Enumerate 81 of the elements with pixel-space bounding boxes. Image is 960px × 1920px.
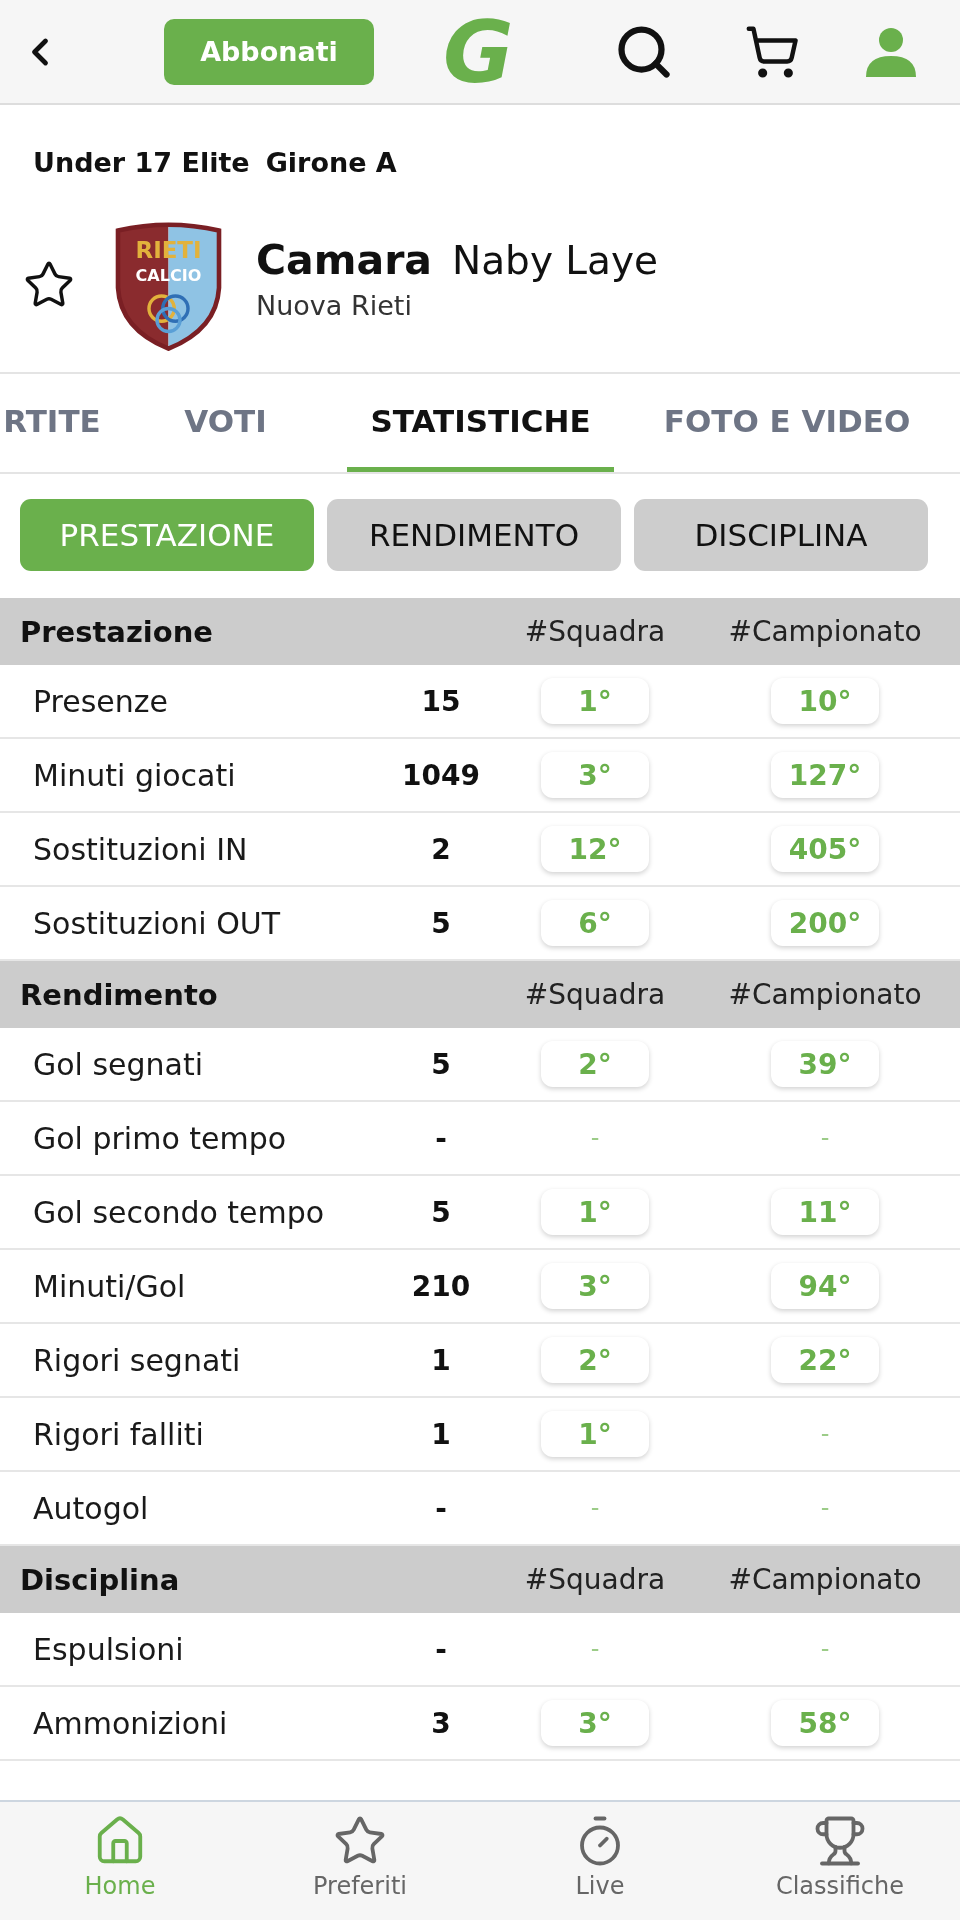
rank-badge: 22° bbox=[771, 1337, 879, 1383]
nav-item[interactable]: Preferiti bbox=[240, 1802, 480, 1920]
rank-empty: - bbox=[820, 1124, 830, 1152]
rank-badge: 3° bbox=[541, 752, 649, 798]
column-header: #Campionato bbox=[728, 978, 922, 1011]
tab[interactable]: RTITE bbox=[0, 374, 104, 472]
stat-label: Rigori falliti bbox=[33, 1416, 205, 1452]
rank-badge: 3° bbox=[541, 1263, 649, 1309]
subscribe-button[interactable]: Abbonati bbox=[164, 18, 374, 85]
rank-badge: 58° bbox=[771, 1700, 879, 1746]
filter-button[interactable]: RENDIMENTO bbox=[327, 499, 621, 571]
stat-label: Minuti/Gol bbox=[33, 1268, 187, 1304]
rings-icon bbox=[147, 294, 190, 334]
rank-badge: 3° bbox=[541, 1700, 649, 1746]
stat-label: Sostituzioni IN bbox=[33, 831, 249, 867]
stat-label: Espulsioni bbox=[33, 1631, 185, 1667]
player-first-name: Naby Laye bbox=[452, 237, 659, 283]
stat-label: Gol primo tempo bbox=[33, 1120, 288, 1156]
stat-value: 15 bbox=[421, 684, 461, 718]
rank-badge: 405° bbox=[771, 826, 879, 872]
rank-empty: - bbox=[820, 1494, 830, 1522]
stat-value: 5 bbox=[431, 1195, 451, 1229]
column-header: #Campionato bbox=[728, 1563, 922, 1596]
column-header: #Squadra bbox=[524, 978, 666, 1011]
rank-empty: - bbox=[820, 1635, 830, 1663]
rank-badge: 1° bbox=[541, 678, 649, 724]
stat-value: 1049 bbox=[402, 758, 480, 792]
section-title: Disciplina bbox=[20, 1562, 181, 1597]
rank-badge: 94° bbox=[771, 1263, 879, 1309]
section-title: Rendimento bbox=[20, 977, 219, 1012]
stat-value: 5 bbox=[431, 906, 451, 940]
stat-value: 1 bbox=[431, 1417, 451, 1451]
column-header: #Campionato bbox=[728, 615, 922, 648]
rank-badge: 200° bbox=[771, 900, 879, 946]
rank-empty: - bbox=[590, 1635, 600, 1663]
rank-badge: 2° bbox=[541, 1337, 649, 1383]
rank-badge: 1° bbox=[541, 1189, 649, 1235]
stat-label: Minuti giocati bbox=[33, 757, 237, 793]
stat-label: Ammonizioni bbox=[33, 1705, 229, 1741]
stat-label: Sostituzioni OUT bbox=[33, 905, 282, 941]
stat-label: Rigori segnati bbox=[33, 1342, 242, 1378]
stat-label: Gol segnati bbox=[33, 1046, 205, 1082]
nav-item[interactable]: Home bbox=[0, 1802, 240, 1920]
nav-item[interactable]: Classifiche bbox=[720, 1802, 960, 1920]
rank-empty: - bbox=[590, 1124, 600, 1152]
stat-value: - bbox=[435, 1632, 447, 1666]
filter-button[interactable]: DISCIPLINA bbox=[634, 499, 928, 571]
rank-badge: 10° bbox=[771, 678, 879, 724]
app-logo[interactable]: G bbox=[443, 8, 514, 95]
stat-value: 3 bbox=[431, 1706, 451, 1740]
column-header: #Squadra bbox=[524, 615, 666, 648]
stat-value: 1 bbox=[431, 1343, 451, 1377]
rank-badge: 127° bbox=[771, 752, 879, 798]
stat-label: Presenze bbox=[33, 683, 169, 719]
rank-badge: 39° bbox=[771, 1041, 879, 1087]
group-name: Girone A bbox=[265, 146, 397, 180]
filter-button[interactable]: PRESTAZIONE bbox=[20, 499, 314, 571]
stat-label: Gol secondo tempo bbox=[33, 1194, 326, 1230]
stat-value: 2 bbox=[431, 832, 451, 866]
rank-empty: - bbox=[820, 1420, 830, 1448]
tab[interactable]: FOTO E VIDEO bbox=[614, 374, 960, 472]
rank-badge: 6° bbox=[541, 900, 649, 946]
rank-empty: - bbox=[590, 1494, 600, 1522]
rank-badge: 12° bbox=[541, 826, 649, 872]
team-name: Nuova Rieti bbox=[256, 289, 413, 321]
tab[interactable]: STATISTICHE bbox=[347, 374, 614, 472]
trophy-icon bbox=[813, 1814, 867, 1868]
section-title: Prestazione bbox=[20, 614, 214, 649]
stat-value: 210 bbox=[411, 1269, 471, 1303]
player-surname: Camara bbox=[256, 235, 433, 284]
rank-badge: 11° bbox=[771, 1189, 879, 1235]
rank-badge: 2° bbox=[541, 1041, 649, 1087]
rank-badge: 1° bbox=[541, 1411, 649, 1457]
column-header: #Squadra bbox=[524, 1563, 666, 1596]
competition-name: Under 17 Elite bbox=[33, 146, 250, 180]
stat-value: - bbox=[435, 1491, 447, 1525]
stat-label: Autogol bbox=[33, 1490, 150, 1526]
stat-value: 5 bbox=[431, 1047, 451, 1081]
stat-value: - bbox=[435, 1121, 447, 1155]
nav-item[interactable]: Live bbox=[480, 1802, 720, 1920]
tab[interactable]: VOTI bbox=[104, 374, 347, 472]
